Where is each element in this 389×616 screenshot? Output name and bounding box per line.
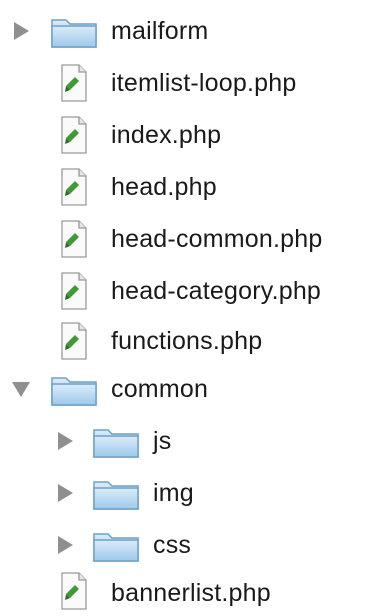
folder-icon (93, 481, 139, 510)
tree-row-file[interactable]: bannerlist.php (0, 566, 389, 616)
tree-row-js[interactable]: js (0, 416, 389, 466)
php-file-icon (61, 322, 87, 360)
php-file-icon (61, 116, 87, 154)
tree-row-file[interactable]: functions.php (0, 316, 389, 366)
tree-row-file[interactable]: itemlist-loop.php (0, 58, 389, 108)
tree-label: index.php (111, 121, 222, 149)
folder-icon (51, 377, 97, 406)
file-tree: mailform itemlist-loop.php index.php hea… (0, 0, 389, 610)
tree-label: img (153, 479, 194, 507)
tree-row-img[interactable]: img (0, 468, 389, 518)
tree-label: js (153, 427, 172, 455)
tree-label: mailform (111, 17, 209, 45)
php-file-icon (61, 572, 87, 610)
tree-label: common (111, 375, 209, 403)
disclosure-triangle-right-icon[interactable] (14, 22, 29, 40)
disclosure-triangle-right-icon[interactable] (58, 536, 73, 554)
php-file-icon (61, 64, 87, 102)
php-file-icon (61, 272, 87, 310)
tree-label: css (153, 531, 192, 559)
tree-row-file[interactable]: index.php (0, 110, 389, 160)
php-file-icon (61, 220, 87, 258)
tree-label: head-common.php (111, 225, 323, 253)
tree-label: functions.php (111, 327, 263, 355)
tree-label: itemlist-loop.php (111, 69, 297, 97)
tree-row-file[interactable]: head-category.php (0, 266, 389, 316)
tree-label: bannerlist.php (111, 579, 271, 607)
php-file-icon (61, 168, 87, 206)
tree-row-common[interactable]: common (0, 364, 389, 414)
tree-row-css[interactable]: css (0, 520, 389, 570)
disclosure-triangle-down-icon[interactable] (12, 382, 30, 397)
tree-label: head-category.php (111, 277, 322, 305)
folder-icon (93, 533, 139, 562)
folder-icon (93, 429, 139, 458)
disclosure-triangle-right-icon[interactable] (58, 432, 73, 450)
disclosure-triangle-right-icon[interactable] (58, 484, 73, 502)
tree-label: head.php (111, 173, 217, 201)
folder-icon (51, 19, 97, 48)
tree-row-mailform[interactable]: mailform (0, 6, 389, 56)
tree-row-file[interactable]: head.php (0, 162, 389, 212)
tree-row-file[interactable]: head-common.php (0, 214, 389, 264)
